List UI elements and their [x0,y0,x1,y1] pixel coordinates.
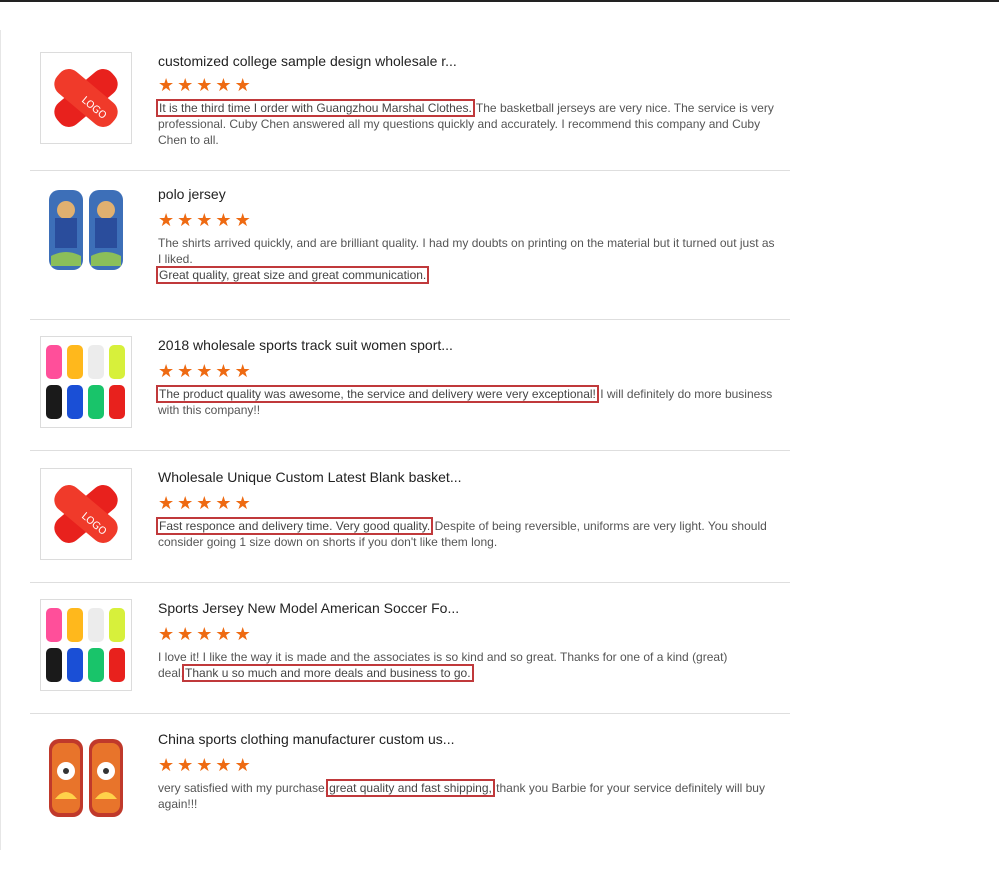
review-text: The shirts arrived quickly, and are bril… [155,235,778,284]
product-title[interactable]: Wholesale Unique Custom Latest Blank bas… [158,468,778,486]
star-icon: ★ [215,493,232,513]
review-text: The product quality was awesome, the ser… [156,385,778,418]
star-icon: ★ [215,75,232,95]
review-content: 2018 wholesale sports track suit women s… [156,336,778,418]
review-content: polo jersey ★ ★ ★ ★ ★ The shirts arrived… [155,185,778,284]
star-icon: ★ [158,75,175,95]
review-text-before: very satisfied with my purchase, [158,781,329,795]
star-icon: ★ [215,624,232,644]
star-icon: ★ [215,210,232,230]
star-rating: ★ ★ ★ ★ ★ [158,756,778,774]
star-icon: ★ [196,624,213,644]
shin-guard-fire-ball-image [41,731,131,821]
review-highlight: Fast responce and delivery time. Very go… [155,517,434,535]
review-highlight: It is the third time I order with Guangz… [156,99,475,117]
shin-guard-red-logo-image: LOGO [41,469,131,559]
review-highlight: great quality and fast shipping, [326,779,495,797]
product-thumbnail[interactable] [40,599,132,691]
shin-guard-red-logo-image: LOGO [41,53,131,143]
shin-guard-color-set-image [41,600,131,690]
star-icon: ★ [196,755,213,775]
star-icon: ★ [234,493,251,513]
product-title[interactable]: Sports Jersey New Model American Soccer … [158,599,778,617]
star-icon: ★ [234,361,251,381]
review-highlight: The product quality was awesome, the ser… [156,385,599,403]
star-rating: ★ ★ ★ ★ ★ [158,76,778,94]
star-rating: ★ ★ ★ ★ ★ [158,625,778,643]
star-icon: ★ [158,755,175,775]
review-content: China sports clothing manufacturer custo… [158,730,778,812]
review-item: 2018 wholesale sports track suit women s… [30,336,790,451]
review-item: Sports Jersey New Model American Soccer … [30,599,790,714]
star-icon: ★ [215,361,232,381]
review-content: customized college sample design wholesa… [156,52,778,148]
star-icon: ★ [177,755,194,775]
product-thumbnail[interactable] [40,730,132,822]
star-icon: ★ [158,210,175,230]
left-divider [0,30,1,850]
product-thumbnail[interactable] [40,185,132,277]
product-thumbnail[interactable]: LOGO [40,52,132,144]
shin-guard-color-set-image [41,337,131,427]
review-text-before: The shirts arrived quickly, and are bril… [158,236,775,266]
star-icon: ★ [215,755,232,775]
review-highlight: Thank u so much and more deals and busin… [182,664,474,682]
product-thumbnail[interactable] [40,336,132,428]
product-title[interactable]: China sports clothing manufacturer custo… [158,730,778,748]
review-item: China sports clothing manufacturer custo… [30,730,790,840]
product-thumbnail[interactable]: LOGO [40,468,132,560]
review-text: I love it! I like the way it is made and… [158,649,778,682]
star-icon: ★ [234,624,251,644]
review-item: polo jersey ★ ★ ★ ★ ★ The shirts arrived… [30,185,790,320]
star-icon: ★ [234,755,251,775]
shin-guard-blue-print-image [41,186,131,276]
top-divider [0,0,999,2]
star-icon: ★ [177,493,194,513]
star-rating: ★ ★ ★ ★ ★ [158,362,778,380]
star-rating: ★ ★ ★ ★ ★ [158,211,778,229]
review-content: Sports Jersey New Model American Soccer … [158,599,778,682]
star-icon: ★ [158,493,175,513]
review-text: very satisfied with my purchase,great qu… [158,779,778,812]
star-icon: ★ [158,624,175,644]
review-content: Wholesale Unique Custom Latest Blank bas… [155,468,778,550]
product-title[interactable]: polo jersey [158,185,778,203]
star-icon: ★ [196,493,213,513]
review-item: LOGO customized college sample design wh… [30,52,790,171]
star-rating: ★ ★ ★ ★ ★ [158,494,778,512]
star-icon: ★ [177,361,194,381]
review-text: Fast responce and delivery time. Very go… [155,517,778,550]
star-icon: ★ [177,624,194,644]
review-highlight: Great quality, great size and great comm… [155,266,430,284]
star-icon: ★ [234,210,251,230]
star-icon: ★ [196,361,213,381]
star-icon: ★ [177,75,194,95]
product-title[interactable]: customized college sample design wholesa… [158,52,778,70]
star-icon: ★ [196,210,213,230]
product-title[interactable]: 2018 wholesale sports track suit women s… [158,336,778,354]
star-icon: ★ [196,75,213,95]
review-text: It is the third time I order with Guangz… [156,99,778,148]
star-icon: ★ [158,361,175,381]
review-item: LOGO Wholesale Unique Custom Latest Blan… [30,468,790,583]
star-icon: ★ [234,75,251,95]
star-icon: ★ [177,210,194,230]
